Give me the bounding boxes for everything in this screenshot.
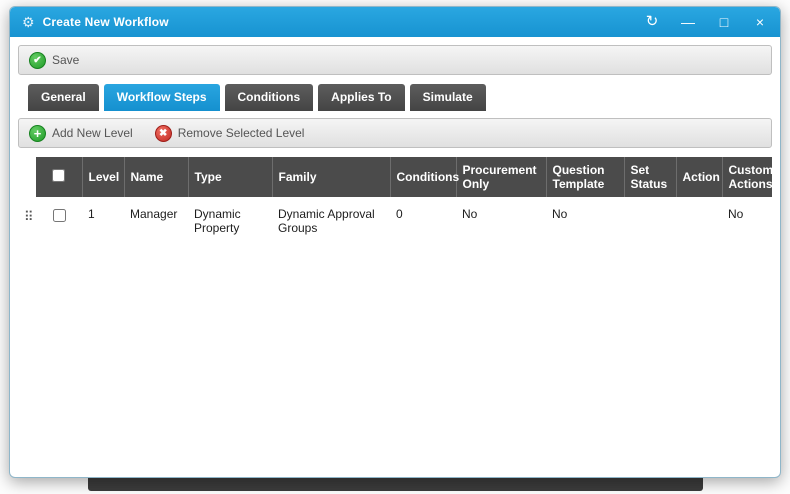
cell-drag: ⠿ [18, 197, 36, 245]
header-action: Action [676, 157, 722, 197]
header-set-status: Set Status [624, 157, 676, 197]
add-new-level-button[interactable]: + Add New Level [29, 125, 133, 142]
create-new-workflow-window: ⚙ Create New Workflow ↻ — □ × ✔ Save Gen… [9, 6, 781, 478]
cell-conditions: 0 [390, 197, 456, 245]
window-controls: ↻ — □ × [644, 15, 768, 29]
titlebar: ⚙ Create New Workflow ↻ — □ × [10, 7, 780, 37]
header-custom-actions: Custom Actions [722, 157, 772, 197]
tab-general[interactable]: General [28, 84, 99, 111]
header-question-template: Question Template [546, 157, 624, 197]
add-plus-icon: + [29, 125, 46, 142]
maximize-button[interactable]: □ [716, 15, 732, 29]
header-family: Family [272, 157, 390, 197]
drag-handle-icon[interactable]: ⠿ [24, 207, 34, 225]
app-icon: ⚙ [22, 14, 35, 31]
refresh-icon[interactable]: ↻ [644, 15, 660, 29]
header-drag-column [18, 157, 36, 197]
cell-action [676, 197, 722, 245]
cell-level: 1 [82, 197, 124, 245]
tab-applies-to[interactable]: Applies To [318, 84, 404, 111]
tab-workflow-steps[interactable]: Workflow Steps [104, 84, 220, 111]
remove-selected-level-label: Remove Selected Level [178, 126, 305, 140]
save-button[interactable]: ✔ Save [29, 52, 79, 69]
workflow-steps-grid: Level Name Type Family Conditions Procur… [18, 157, 772, 245]
header-procurement-only: Procurement Only [456, 157, 546, 197]
save-check-icon: ✔ [29, 52, 46, 69]
workflow-steps-table: Level Name Type Family Conditions Procur… [18, 157, 772, 245]
save-button-label: Save [52, 53, 79, 67]
window-body: ✔ Save General Workflow Steps Conditions… [10, 37, 780, 253]
header-level: Level [82, 157, 124, 197]
row-checkbox[interactable] [53, 209, 66, 222]
cell-question-template: No [546, 197, 624, 245]
cell-set-status [624, 197, 676, 245]
cell-name: Manager [124, 197, 188, 245]
remove-x-icon: ✖ [155, 125, 172, 142]
tab-simulate[interactable]: Simulate [410, 84, 486, 111]
select-all-checkbox[interactable] [52, 169, 65, 182]
cell-custom-actions: No [722, 197, 772, 245]
table-header-row: Level Name Type Family Conditions Procur… [18, 157, 772, 197]
remove-selected-level-button[interactable]: ✖ Remove Selected Level [155, 125, 305, 142]
window-title: Create New Workflow [43, 15, 169, 29]
header-name: Name [124, 157, 188, 197]
level-toolbar: + Add New Level ✖ Remove Selected Level [18, 118, 772, 148]
cell-procurement-only: No [456, 197, 546, 245]
header-type: Type [188, 157, 272, 197]
tab-conditions[interactable]: Conditions [225, 84, 314, 111]
tab-strip: General Workflow Steps Conditions Applie… [28, 84, 772, 111]
cell-select [36, 197, 82, 245]
cell-family: Dynamic Approval Groups [272, 197, 390, 245]
header-conditions: Conditions [390, 157, 456, 197]
add-new-level-label: Add New Level [52, 126, 133, 140]
table-row[interactable]: ⠿ 1 Manager Dynamic Property Dynamic App… [18, 197, 772, 245]
cell-type: Dynamic Property [188, 197, 272, 245]
save-toolbar: ✔ Save [18, 45, 772, 75]
header-select-all [36, 157, 82, 197]
background-window-bottom-bar [88, 478, 703, 491]
close-button[interactable]: × [752, 15, 768, 29]
minimize-button[interactable]: — [680, 15, 696, 29]
